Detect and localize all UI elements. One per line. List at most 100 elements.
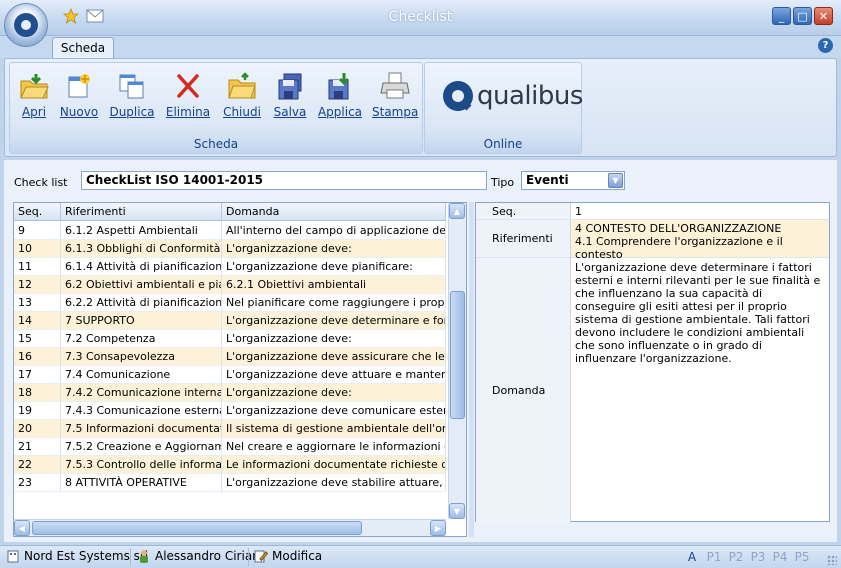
detail-domanda-value[interactable]: L'organizzazione deve determinare i fatt… bbox=[571, 258, 829, 522]
tipo-select[interactable]: Eventi ▼ bbox=[521, 171, 625, 190]
maximize-button[interactable]: □ bbox=[793, 7, 812, 25]
cell-seq: 15 bbox=[14, 330, 61, 347]
scroll-up-button[interactable]: ▲ bbox=[449, 203, 465, 219]
status-separator bbox=[248, 548, 249, 566]
cell-seq: 21 bbox=[14, 438, 61, 455]
chevron-down-icon[interactable]: ▼ bbox=[608, 173, 623, 188]
table-row[interactable]: 23 8 ATTIVITÀ OPERATIVE L'organizzazione d… bbox=[14, 474, 446, 492]
vertical-scrollbar[interactable]: ▲ ▼ bbox=[448, 203, 466, 519]
cell-seq: 20 bbox=[14, 420, 61, 437]
resize-grip[interactable] bbox=[827, 555, 837, 565]
indicator-p3[interactable]: P3 bbox=[747, 550, 769, 564]
table-row[interactable]: 19 7.4.3 Comunicazione esterna L'organizza… bbox=[14, 402, 446, 420]
table-row[interactable]: 18 7.4.2 Comunicazione interna L'organizza… bbox=[14, 384, 446, 402]
indicator-p4[interactable]: P4 bbox=[769, 550, 791, 564]
column-header-riferimenti[interactable]: Riferimenti bbox=[61, 203, 222, 220]
indicator-p2[interactable]: P2 bbox=[725, 550, 747, 564]
table-row[interactable]: 16 7.3 Consapevolezza L'organizzazione dev… bbox=[14, 348, 446, 366]
status-user: Alessandro Ciriani bbox=[137, 549, 263, 563]
detail-domanda-label: Domanda bbox=[476, 258, 571, 522]
indicator-a[interactable]: A bbox=[681, 550, 703, 564]
checklist-field[interactable]: CheckList ISO 14001-2015 bbox=[81, 171, 487, 190]
checklist-grid: Seq. Riferimenti Domanda 9 6.1.2 Aspetti … bbox=[13, 202, 467, 537]
cell-riferimenti: 8 ATTIVITÀ OPERATIVE bbox=[61, 474, 222, 491]
scroll-left-button[interactable]: ◀ bbox=[14, 520, 30, 536]
duplica-button[interactable]: Duplica bbox=[108, 71, 156, 119]
cell-domanda: L'organizzazione deve: bbox=[222, 384, 446, 401]
save-icon bbox=[274, 71, 306, 101]
print-icon bbox=[379, 71, 411, 101]
cell-domanda: L'organizzazione deve: bbox=[222, 240, 446, 257]
status-indicators: A P1 P2 P3 P4 P5 bbox=[681, 550, 813, 564]
applica-button[interactable]: Applica bbox=[316, 71, 364, 119]
table-row[interactable]: 20 7.5 Informazioni documentate Il sistema… bbox=[14, 420, 446, 438]
horizontal-scroll-thumb[interactable] bbox=[32, 521, 362, 535]
status-company: Nord Est Systems srl bbox=[6, 549, 148, 563]
table-row[interactable]: 136.2.2 Attività di pianificazione peNel… bbox=[14, 294, 446, 312]
elimina-button[interactable]: Elimina bbox=[164, 71, 212, 119]
close-window-button[interactable]: ✕ bbox=[814, 7, 833, 25]
cell-domanda: L'organizzazione deve attuare e mantener… bbox=[222, 366, 446, 383]
window-controls: _ □ ✕ bbox=[772, 7, 833, 25]
cell-domanda: L'organizzazione deve pianificare: bbox=[222, 258, 446, 275]
table-row[interactable]: 9 6.1.2 Aspetti Ambientali All'interno del… bbox=[14, 222, 446, 240]
cell-riferimenti: 6.2.2 Attività di pianificazione pe bbox=[61, 294, 222, 311]
salva-button[interactable]: Salva bbox=[270, 71, 310, 119]
scroll-down-button[interactable]: ▼ bbox=[449, 503, 465, 519]
salva-label: Salva bbox=[273, 105, 307, 119]
tab-scheda[interactable]: Scheda bbox=[52, 37, 114, 59]
ribbon: Apri Nuovo Duplica Elimina Chiudi Salva … bbox=[4, 58, 837, 157]
application-menu-button[interactable] bbox=[4, 3, 48, 47]
minimize-button[interactable]: _ bbox=[772, 7, 791, 25]
table-row[interactable]: 15 7.2 Competenza L'organizzazione deve: bbox=[14, 330, 446, 348]
indicator-p1[interactable]: P1 bbox=[703, 550, 725, 564]
chiudi-label: Chiudi bbox=[223, 105, 261, 119]
cell-domanda: 6.2.1 Obiettivi ambientali bbox=[222, 276, 446, 293]
stampa-button[interactable]: Stampa bbox=[372, 71, 418, 119]
qualibus-logo[interactable]: qualibus bbox=[443, 81, 583, 111]
table-row[interactable]: 227.5.3 Controllo delle informazioniLe i… bbox=[14, 456, 446, 474]
table-row[interactable]: 10 6.1.3 Obblighi di Conformità L'organizz… bbox=[14, 240, 446, 258]
column-header-seq[interactable]: Seq. bbox=[14, 203, 61, 220]
status-bar: Nord Est Systems srl Alessandro Ciriani … bbox=[0, 545, 841, 568]
nuovo-button[interactable]: Nuovo bbox=[58, 71, 100, 119]
qualibus-logo-icon bbox=[14, 13, 38, 37]
horizontal-scrollbar[interactable]: ◀ ▶ bbox=[14, 519, 446, 536]
detail-row-riferimenti: Riferimenti 4 CONTESTO DELL'ORGANIZZAZIO… bbox=[476, 220, 829, 261]
cell-riferimenti: 7.3 Consapevolezza bbox=[61, 348, 222, 365]
table-row[interactable]: 17 7.4 Comunicazione L'organizzazione deve… bbox=[14, 366, 446, 384]
vertical-scroll-thumb[interactable] bbox=[450, 291, 465, 419]
table-row[interactable]: 14 7 SUPPORTO L'organizzazione deve determ… bbox=[14, 312, 446, 330]
chiudi-button[interactable]: Chiudi bbox=[220, 71, 264, 119]
cell-riferimenti: 6.1.4 Attività di pianificazione bbox=[61, 258, 222, 275]
cell-seq: 17 bbox=[14, 366, 61, 383]
table-row[interactable]: 11 6.1.4 Attività di pianificazione L'orga… bbox=[14, 258, 446, 276]
cell-seq: 12 bbox=[14, 276, 61, 293]
table-row[interactable]: 126.2 Obiettivi ambientali e pianifica6.… bbox=[14, 276, 446, 294]
scroll-right-button[interactable]: ▶ bbox=[430, 520, 446, 536]
close-folder-icon bbox=[226, 71, 258, 101]
cell-riferimenti: 7.5.3 Controllo delle informazioni bbox=[61, 456, 222, 473]
checklist-label: Check list bbox=[14, 176, 68, 189]
panel-splitter[interactable] bbox=[469, 202, 474, 537]
detail-seq-value[interactable]: 1 bbox=[571, 203, 829, 219]
column-header-domanda[interactable]: Domanda bbox=[222, 203, 446, 220]
ribbon-group-scheda: Apri Nuovo Duplica Elimina Chiudi Salva … bbox=[9, 62, 423, 154]
apply-icon bbox=[324, 71, 356, 101]
detail-riferimenti-value[interactable]: 4 CONTESTO DELL'ORGANIZZAZIONE 4.1 Compr… bbox=[571, 220, 829, 261]
window-title: Checklist bbox=[388, 9, 453, 25]
indicator-p5[interactable]: P5 bbox=[791, 550, 813, 564]
grid-header: Seq. Riferimenti Domanda bbox=[14, 203, 446, 221]
apri-button[interactable]: Apri bbox=[16, 71, 52, 119]
table-row[interactable]: 217.5.2 Creazione e AggiornamentNel crea… bbox=[14, 438, 446, 456]
cell-riferimenti: 7 SUPPORTO bbox=[61, 312, 222, 329]
cell-domanda: L'organizzazione deve comunicare esterna… bbox=[222, 402, 446, 419]
cell-riferimenti: 6.1.3 Obblighi di Conformità bbox=[61, 240, 222, 257]
cell-seq: 19 bbox=[14, 402, 61, 419]
detail-row-domanda: Domanda L'organizzazione deve determinar… bbox=[476, 258, 829, 522]
cell-riferimenti: 7.4.2 Comunicazione interna bbox=[61, 384, 222, 401]
detail-panel: Seq. 1 Riferimenti 4 CONTESTO DELL'ORGAN… bbox=[475, 202, 830, 522]
help-icon[interactable]: ? bbox=[818, 38, 833, 53]
duplica-label: Duplica bbox=[109, 105, 155, 119]
cell-seq: 16 bbox=[14, 348, 61, 365]
